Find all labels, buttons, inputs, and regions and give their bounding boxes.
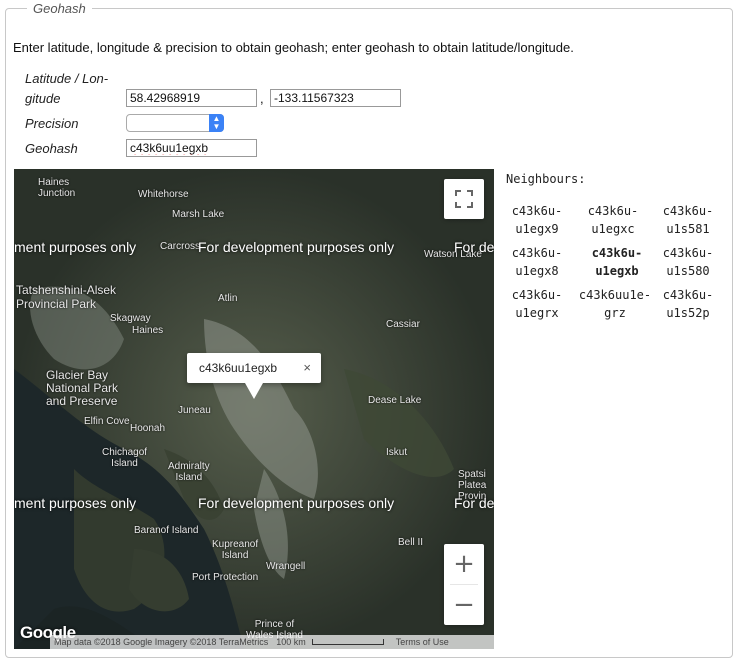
fullscreen-icon: [455, 190, 473, 208]
dev-watermark-cut-right: For dev: [454, 239, 494, 255]
neighbour-s[interactable]: c43k6uu1e- grz: [578, 286, 652, 322]
longitude-input[interactable]: [270, 89, 401, 107]
dev-watermark-cut-right: For dev: [454, 495, 494, 511]
fieldset-legend: Geohash: [27, 1, 92, 16]
map-label-tatshenshini: Tatshenshini-Alsek Provincial Park: [16, 283, 117, 311]
map-label-juneau: Juneau: [178, 405, 211, 416]
map-attribution-bar: Map data ©2018 Google Imagery ©2018 Terr…: [50, 635, 494, 649]
neighbour-center: c43k6u- u1egxb: [591, 246, 643, 278]
map-label-dease-lake: Dease Lake: [368, 395, 422, 406]
map-label-haines-junction: Haines Junction: [38, 177, 76, 199]
dev-watermark-cut-left: ment purposes only: [14, 239, 137, 255]
map-label-chichagof: Chichagof Island: [102, 447, 148, 469]
geohash-label: Geohash: [25, 141, 78, 156]
geohash-input[interactable]: [126, 139, 257, 157]
latlon-label-line1: Latitude / Lon-: [25, 71, 109, 86]
map-label-marsh-lake: Marsh Lake: [172, 209, 225, 220]
map-label-elfin-cove: Elfin Cove: [84, 416, 130, 427]
neighbour-ne[interactable]: c43k6u- u1s581: [653, 202, 723, 238]
map-label-cassiar: Cassiar: [386, 319, 420, 330]
dev-watermark: For development purposes only: [198, 495, 395, 511]
map-label-admiralty: Admiralty Island: [168, 461, 210, 483]
map-label-hoonah: Hoonah: [130, 423, 166, 434]
map-label-haines: Haines: [132, 325, 164, 336]
neighbour-w[interactable]: c43k6u- u1egx8: [502, 244, 572, 280]
map-label-port-protection: Port Protection: [192, 572, 259, 583]
zoom-control: + −: [444, 544, 484, 625]
map-label-skagway: Skagway: [110, 313, 151, 324]
neighbour-e[interactable]: c43k6u- u1s580: [653, 244, 723, 280]
fullscreen-button[interactable]: [444, 179, 484, 219]
close-icon[interactable]: ×: [303, 360, 311, 375]
neighbour-se[interactable]: c43k6u- u1s52p: [653, 286, 723, 322]
map-scale-label[interactable]: 100 km: [272, 637, 310, 647]
map-attribution: Map data ©2018 Google Imagery ©2018 Terr…: [54, 637, 269, 647]
map-label-carcross: Carcross: [160, 241, 201, 252]
map-label-wrangell: Wrangell: [266, 561, 306, 572]
map-label-glacier-bay: Glacier Bay National Park and Preserve: [46, 368, 119, 408]
neighbour-sw[interactable]: c43k6u- u1egrx: [502, 286, 572, 322]
select-arrows-icon: ▲ ▼: [209, 114, 224, 132]
map-label-baranof: Baranof Island: [134, 525, 199, 536]
precision-label: Precision: [25, 116, 79, 131]
zoom-out-button[interactable]: −: [444, 585, 484, 625]
map-label-iskut: Iskut: [386, 447, 408, 458]
map-label-atlin: Atlin: [218, 293, 238, 304]
terms-of-use-link[interactable]: Terms of Use: [392, 637, 453, 647]
latlon-label-line2: gitude: [25, 91, 61, 106]
map-label-bell-ii: Bell II: [398, 537, 424, 548]
neighbour-nw[interactable]: c43k6u- u1egx9: [502, 202, 572, 238]
dev-watermark-cut-left: ment purposes only: [14, 495, 137, 511]
neighbour-n[interactable]: c43k6u- u1egxc: [578, 202, 648, 238]
dev-watermark: For development purposes only: [198, 239, 395, 255]
latitude-input[interactable]: [126, 89, 257, 107]
neighbours-title: Neighbours:: [506, 172, 586, 186]
zoom-in-button[interactable]: +: [444, 544, 484, 584]
info-window: c43k6uu1egxb ×: [187, 353, 321, 399]
map-label-whitehorse: Whitehorse: [138, 189, 189, 200]
map-view[interactable]: Haines Junction Whitehorse Marsh Lake Ca…: [14, 169, 494, 649]
info-window-tail: [245, 383, 263, 399]
latlon-separator: ,: [260, 91, 264, 106]
info-window-text: c43k6uu1egxb: [199, 361, 278, 375]
intro-text: Enter latitude, longitude & precision to…: [13, 40, 574, 55]
map-scale-bar: [311, 639, 384, 645]
map-label-kupreanof: Kupreanof Island: [212, 539, 259, 561]
precision-select[interactable]: ▲ ▼: [126, 114, 224, 132]
